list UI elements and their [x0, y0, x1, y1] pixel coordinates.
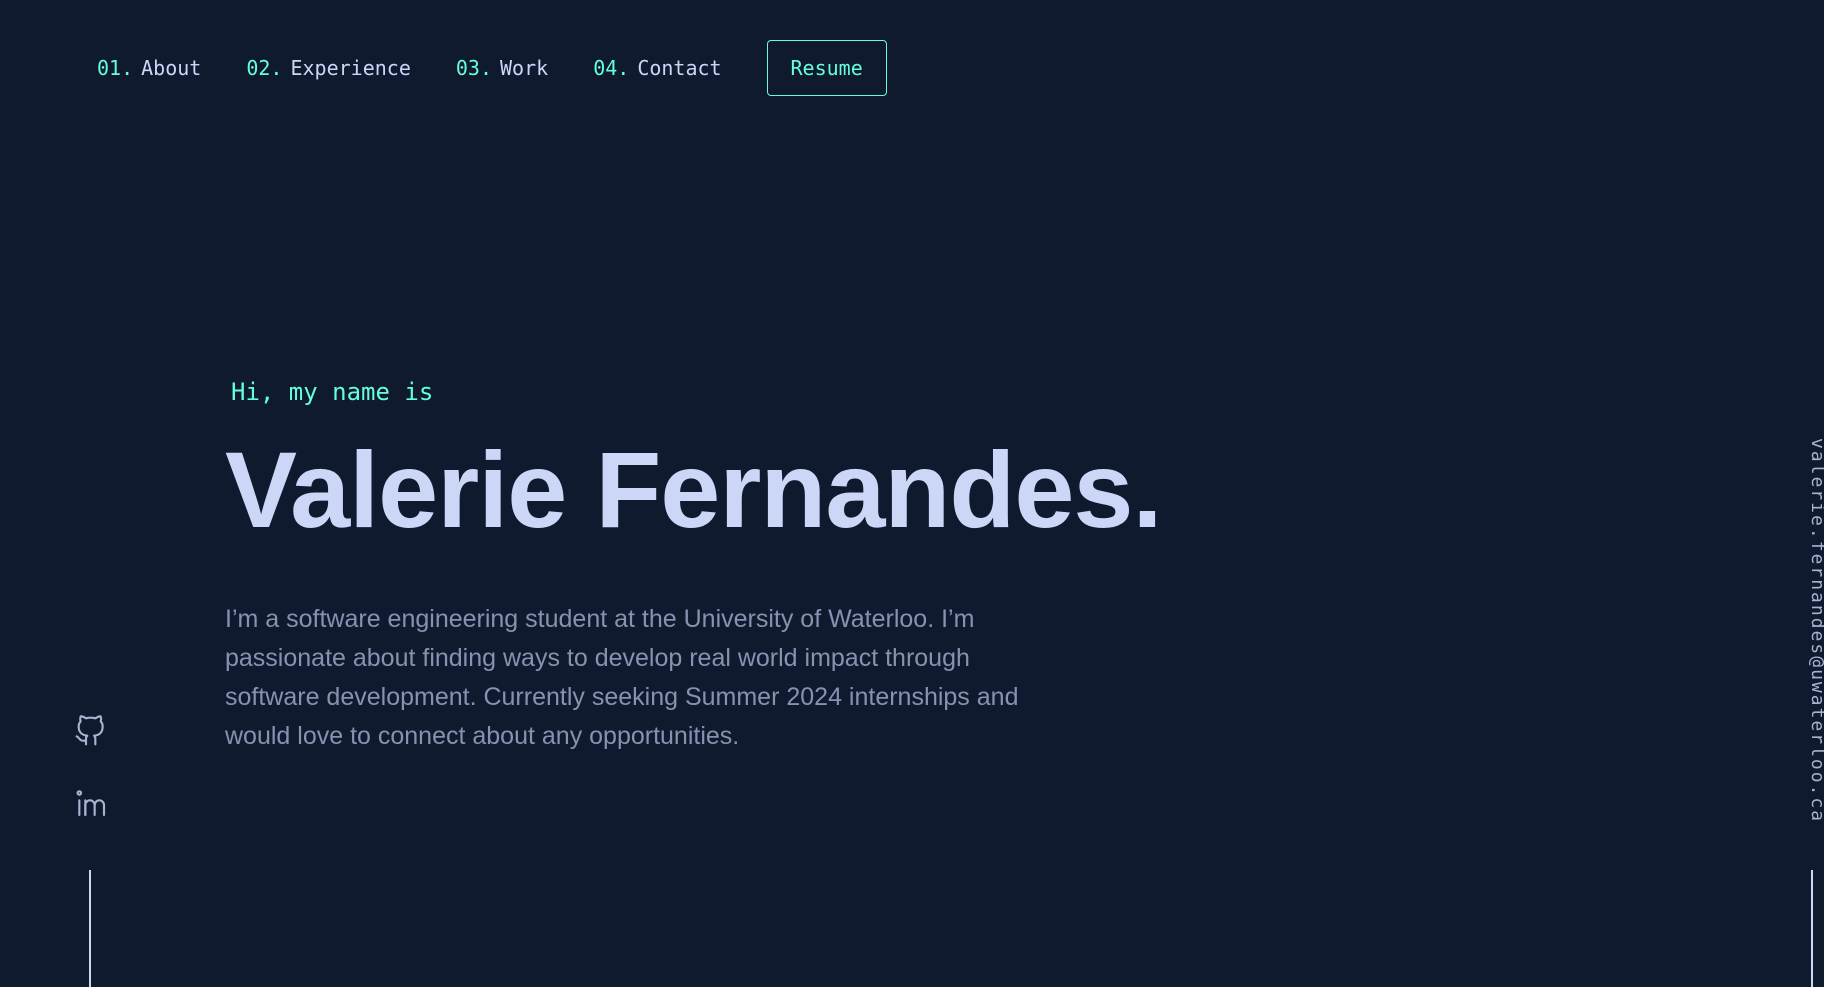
nav-item-label: Experience [290, 56, 411, 80]
nav-item-about[interactable]: 01. About [97, 56, 201, 80]
nav-item-number: 04. [593, 56, 630, 80]
nav-item-work[interactable]: 03. Work [456, 56, 548, 80]
resume-button[interactable]: Resume [766, 40, 887, 96]
hero-greeting: Hi, my name is [231, 378, 434, 406]
hero-bio: I’m a software engineering student at th… [225, 605, 1019, 750]
email-link[interactable]: valerie.fernandes@uwaterloo.ca [1798, 438, 1824, 828]
nav-item-label: Work [500, 56, 549, 80]
nav-item-label: About [141, 56, 202, 80]
nav-item-number: 02. [246, 56, 283, 80]
left-vertical-line [89, 870, 91, 987]
linkedin-link[interactable] [74, 787, 106, 819]
hero-section: Hi, my name is Valerie Fernandes. I’m a … [225, 372, 1163, 756]
right-vertical-line [1811, 870, 1813, 987]
linkedin-icon [76, 790, 106, 817]
github-link[interactable] [74, 715, 106, 747]
hero-name: Valerie Fernandes. [225, 429, 1163, 550]
social-links [74, 715, 106, 859]
nav-item-label: Contact [637, 56, 722, 80]
nav-item-contact[interactable]: 04. Contact [593, 56, 721, 80]
top-nav: 01. About 02. Experience 03. Work 04. Contac… [97, 39, 887, 97]
github-icon [75, 715, 104, 746]
nav-item-number: 01. [97, 56, 134, 80]
nav-item-experience[interactable]: 02. Experience [246, 56, 411, 80]
nav-item-number: 03. [455, 56, 493, 80]
